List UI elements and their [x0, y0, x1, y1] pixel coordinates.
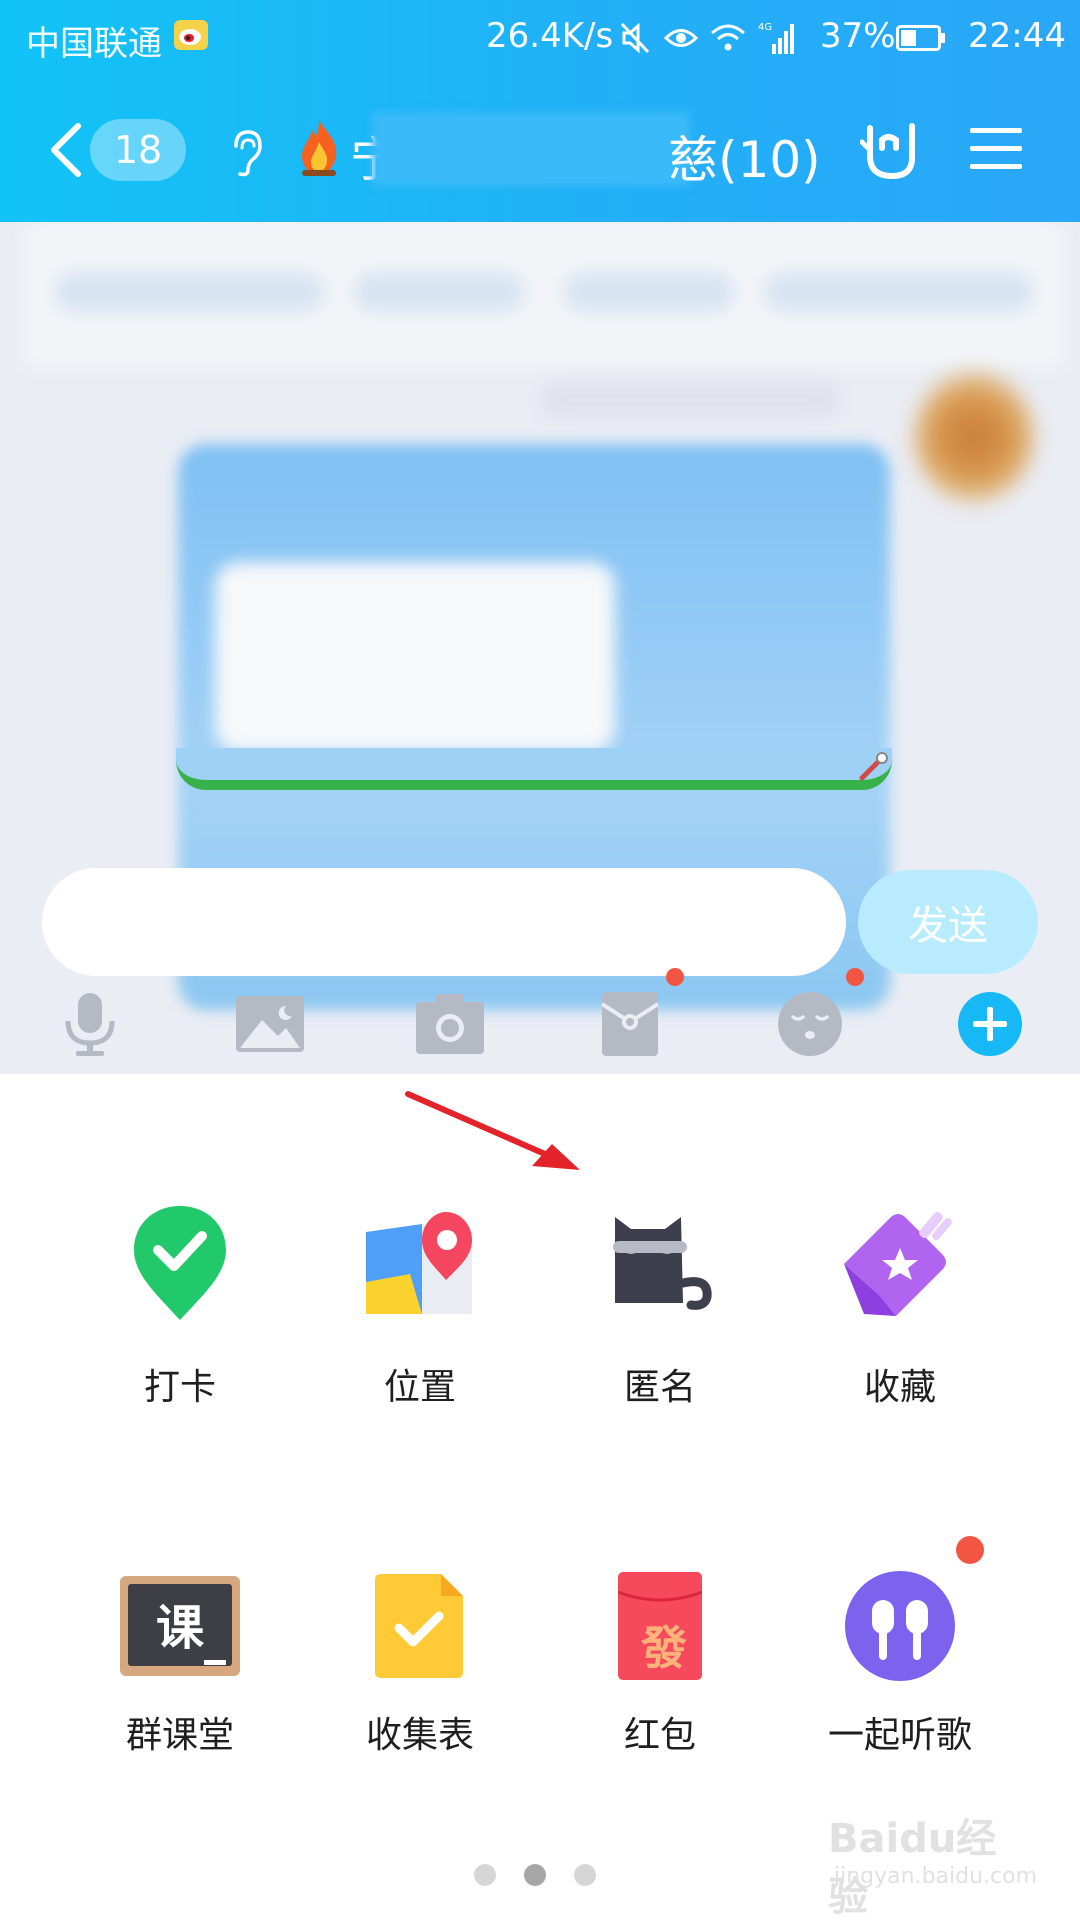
- blurred-sender-name: [540, 382, 840, 418]
- title-end-char: 慈: [668, 131, 718, 189]
- notification-dot: [956, 1536, 984, 1564]
- voice-button[interactable]: [40, 974, 140, 1074]
- app-group-class[interactable]: 课 群课堂: [60, 1566, 300, 1806]
- title-bar: 18 宁 慈(10): [0, 100, 1080, 200]
- blurred-notice-item: [564, 272, 734, 312]
- notification-dot: [846, 968, 864, 986]
- camera-icon: [416, 994, 484, 1054]
- cellular-signal-icon: 4G: [758, 22, 794, 54]
- more-button[interactable]: [940, 974, 1040, 1074]
- check-in-pin-icon: [120, 1202, 240, 1322]
- network-speed: 26.4K/s: [486, 16, 614, 56]
- favorite-star-icon: [840, 1202, 960, 1322]
- earphones-icon: [840, 1566, 960, 1686]
- ear-icon[interactable]: [228, 128, 264, 178]
- blurred-notice-item: [354, 272, 524, 312]
- form-collect-icon: [360, 1566, 480, 1686]
- app-check-in[interactable]: 打卡: [60, 1202, 300, 1442]
- unread-count-badge[interactable]: 18: [90, 119, 186, 181]
- image-icon: [236, 996, 304, 1052]
- app-anonymous[interactable]: 匿名: [540, 1202, 780, 1442]
- location-map-icon: [360, 1202, 480, 1322]
- mute-icon: [620, 22, 650, 54]
- member-count-value: (10): [718, 131, 821, 189]
- chat-area: 发送: [0, 222, 1080, 1074]
- app-label: 位置: [383, 1367, 456, 1408]
- red-arrow-annotation: [405, 1091, 580, 1170]
- send-button[interactable]: 发送: [858, 870, 1038, 974]
- blurred-notice-item: [54, 272, 324, 312]
- title-redaction: [372, 112, 690, 186]
- message-input[interactable]: [42, 868, 846, 976]
- menu-icon[interactable]: [970, 128, 1022, 170]
- microphone-icon: [65, 993, 115, 1056]
- svg-text:课: 课: [156, 1600, 205, 1656]
- app-location[interactable]: 位置: [300, 1202, 540, 1442]
- app-label: 一起听歌: [827, 1715, 972, 1756]
- svg-text:發: 發: [640, 1621, 687, 1675]
- member-count: 慈(10): [668, 120, 821, 192]
- app-red-packet[interactable]: 發 红包: [540, 1566, 780, 1806]
- shared-card-content: [215, 562, 615, 752]
- baidu-watermark: Baidu经验 jingyan.baidu.com: [828, 1806, 1037, 1920]
- card-footer-strip: [176, 748, 892, 790]
- eye-comfort-icon: [664, 29, 698, 47]
- red-packet-icon: 發: [600, 1566, 720, 1686]
- red-envelope-button[interactable]: [580, 974, 680, 1074]
- network-type-label: 4G: [758, 22, 772, 33]
- carrier-name: 中国联通: [26, 24, 162, 64]
- app-collect-form[interactable]: 收集表: [300, 1566, 540, 1806]
- app-label: 匿名: [623, 1367, 696, 1408]
- notification-dot: [666, 968, 684, 986]
- app-favorites[interactable]: 收藏: [780, 1202, 1020, 1442]
- page-dot: [574, 1864, 596, 1886]
- watermark-url: jingyan.baidu.com: [834, 1864, 1038, 1889]
- red-envelope-icon: [602, 992, 658, 1056]
- page-dot-active: [524, 1864, 546, 1886]
- app-label: 收藏: [863, 1367, 936, 1408]
- app-listen-together[interactable]: 一起听歌: [780, 1536, 1020, 1806]
- input-toolbar: [0, 968, 1080, 1074]
- back-arrow-icon[interactable]: [46, 120, 86, 180]
- blurred-notice-item: [764, 272, 1034, 312]
- fire-icon: [302, 120, 337, 176]
- hand-gesture-icon[interactable]: [860, 120, 922, 180]
- emoji-icon: [778, 992, 842, 1056]
- app-label: 群课堂: [125, 1715, 234, 1756]
- page-dot: [474, 1864, 496, 1886]
- app-label: 收集表: [365, 1715, 474, 1756]
- blackboard-icon: 课: [120, 1566, 240, 1686]
- page-indicator[interactable]: [474, 1864, 604, 1886]
- composer-row: 发送: [0, 844, 1080, 976]
- image-button[interactable]: [220, 974, 320, 1074]
- wifi-icon: [711, 24, 745, 51]
- watermark-main: Baidu经验: [828, 1816, 997, 1920]
- battery-percent: 37%: [820, 16, 896, 56]
- plus-icon: [958, 992, 1022, 1056]
- anonymous-cat-icon: [600, 1202, 720, 1322]
- clock: 22:44: [968, 16, 1066, 56]
- weibo-icon: [174, 20, 208, 50]
- chat-header: 中国联通 26.4K/s 4G 37% 22:44 18 慈(10): [0, 0, 1080, 222]
- avatar[interactable]: [914, 372, 1034, 502]
- group-notice-bar[interactable]: [24, 222, 1064, 368]
- pin-tag-icon: [859, 752, 888, 781]
- status-icons: 4G: [620, 16, 798, 60]
- status-bar: 中国联通 26.4K/s 4G 37% 22:44: [0, 0, 1080, 80]
- emoji-button[interactable]: [760, 974, 860, 1074]
- battery-icon: [896, 25, 945, 51]
- app-label: 打卡: [143, 1367, 216, 1408]
- app-label: 红包: [623, 1715, 696, 1756]
- camera-button[interactable]: [400, 974, 500, 1074]
